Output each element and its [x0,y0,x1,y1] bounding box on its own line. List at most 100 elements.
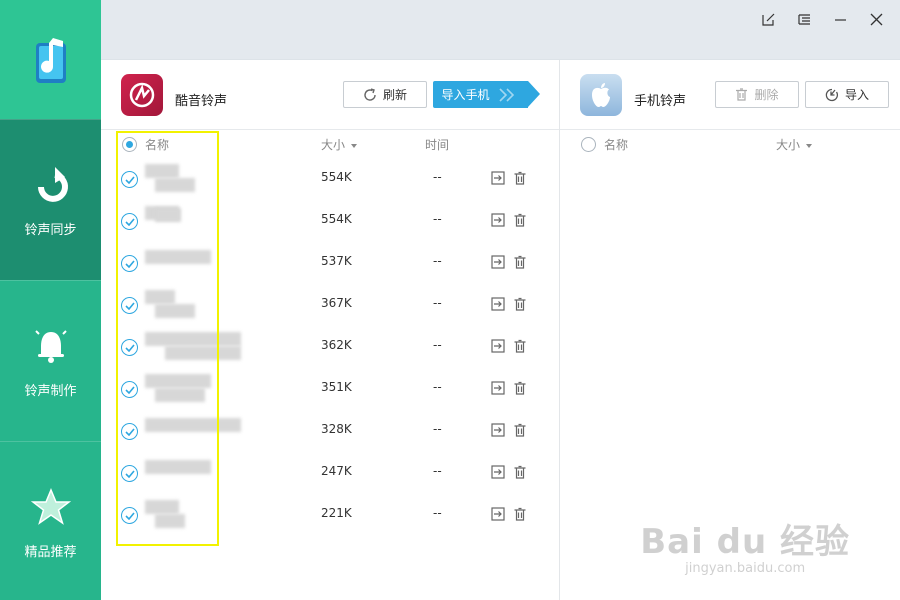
close-icon [870,13,882,25]
import-label: 导入 [844,88,869,102]
export-icon[interactable] [491,465,505,479]
row-checkbox[interactable] [121,255,138,272]
ringtone-size: 362K [321,338,352,352]
star-icon [30,487,71,525]
check-icon [124,217,135,226]
phone-column-size-label: 大小 [776,138,801,152]
table-row[interactable]: 362K -- [101,326,559,368]
trash-icon[interactable] [513,423,527,437]
phone-panel-title: 手机铃声 [634,94,687,109]
import-icon [825,88,838,101]
ringtone-time: -- [433,422,442,436]
row-checkbox[interactable] [121,171,138,188]
ringtone-size: 221K [321,506,352,520]
trash-icon[interactable] [513,213,527,227]
ringtone-time: -- [433,464,442,478]
export-icon[interactable] [491,213,505,227]
delete-label: 删除 [754,88,779,102]
ringtone-time: -- [433,212,442,226]
table-row[interactable]: 367K -- [101,284,559,326]
export-icon[interactable] [491,171,505,185]
export-icon[interactable] [491,423,505,437]
check-icon [124,259,135,268]
import-button[interactable]: 导入 [805,81,889,108]
minimize-icon [834,18,846,21]
kuyin-app-icon [121,74,163,116]
refresh-button[interactable]: 刷新 [343,81,427,108]
table-row[interactable]: 537K -- [101,242,559,284]
row-checkbox[interactable] [121,507,138,524]
nav-label: 铃声同步 [24,222,77,238]
check-icon [124,301,135,310]
table-row[interactable]: 351K -- [101,368,559,410]
table-row[interactable]: 554K -- [101,200,559,242]
export-icon[interactable] [491,507,505,521]
export-icon[interactable] [491,255,505,269]
trash-icon[interactable] [513,339,527,353]
app-logo [0,0,101,119]
row-checkbox[interactable] [121,297,138,314]
column-time: 时间 [425,138,450,152]
phone-table-header: 名称 大小 [560,130,900,158]
feedback-button[interactable] [752,8,784,30]
nav-label: 精品推荐 [24,544,77,560]
title-bar [101,0,900,60]
trash-icon[interactable] [513,171,527,185]
phone-app-icon [580,74,622,116]
export-icon[interactable] [491,297,505,311]
ringtone-time: -- [433,380,442,394]
row-checkbox[interactable] [121,465,138,482]
close-button[interactable] [860,8,892,30]
app-logo-icon [35,37,66,83]
export-icon[interactable] [491,381,505,395]
column-name: 名称 [145,138,170,152]
row-checkbox[interactable] [121,381,138,398]
delete-button[interactable]: 删除 [715,81,799,108]
table-row[interactable]: 328K -- [101,410,559,452]
kuyin-logo-icon [129,82,155,108]
kuyin-panel: 酷音铃声 刷新 导入手机 名称 大小 时间 554K -- 554K -- 537K --… [101,60,559,600]
nav-item-ringtone-sync[interactable]: 铃声同步 [0,119,101,280]
row-checkbox[interactable] [121,423,138,440]
minimize-button[interactable] [824,8,856,30]
table-row[interactable]: 554K -- [101,158,559,200]
double-chevron-icon [498,87,514,102]
check-icon [124,385,135,394]
nav-item-ringtone-make[interactable]: 铃声制作 [0,280,101,441]
column-size[interactable]: 大小 [321,136,358,153]
trash-icon [736,88,748,101]
watermark: Bai du 经验 jingyan.baidu.com [640,514,850,576]
kuyin-panel-title: 酷音铃声 [175,94,228,109]
kuyin-panel-header: 酷音铃声 刷新 导入手机 [101,60,559,130]
sort-caret-icon [351,143,358,148]
check-icon [124,175,135,184]
watermark-sub: jingyan.baidu.com [685,561,806,576]
refresh-label: 刷新 [382,88,407,102]
phone-column-size[interactable]: 大小 [776,136,813,153]
menu-button[interactable] [788,8,820,30]
nav-label: 铃声制作 [24,383,77,399]
table-row[interactable]: 221K -- [101,494,559,536]
phone-column-name: 名称 [604,138,629,152]
ringtone-sync-icon [37,166,68,202]
trash-icon[interactable] [513,381,527,395]
ringtone-time: -- [433,170,442,184]
trash-icon[interactable] [513,297,527,311]
sidebar: 铃声同步 铃声制作 精品推荐 [0,0,101,600]
row-checkbox[interactable] [121,213,138,230]
ringtone-size: 537K [321,254,352,268]
row-checkbox[interactable] [121,339,138,356]
trash-icon[interactable] [513,507,527,521]
trash-icon[interactable] [513,465,527,479]
trash-icon[interactable] [513,255,527,269]
import-to-phone-button[interactable]: 导入手机 [433,81,528,108]
menu-icon [797,13,810,25]
table-row[interactable]: 247K -- [101,452,559,494]
phone-select-all-radio[interactable] [581,137,596,152]
sort-caret-icon [806,143,813,148]
select-all-radio[interactable] [122,137,137,152]
nav-item-recommend[interactable]: 精品推荐 [0,441,101,600]
column-size-label: 大小 [321,138,346,152]
ringtone-size: 554K [321,212,352,226]
export-icon[interactable] [491,339,505,353]
